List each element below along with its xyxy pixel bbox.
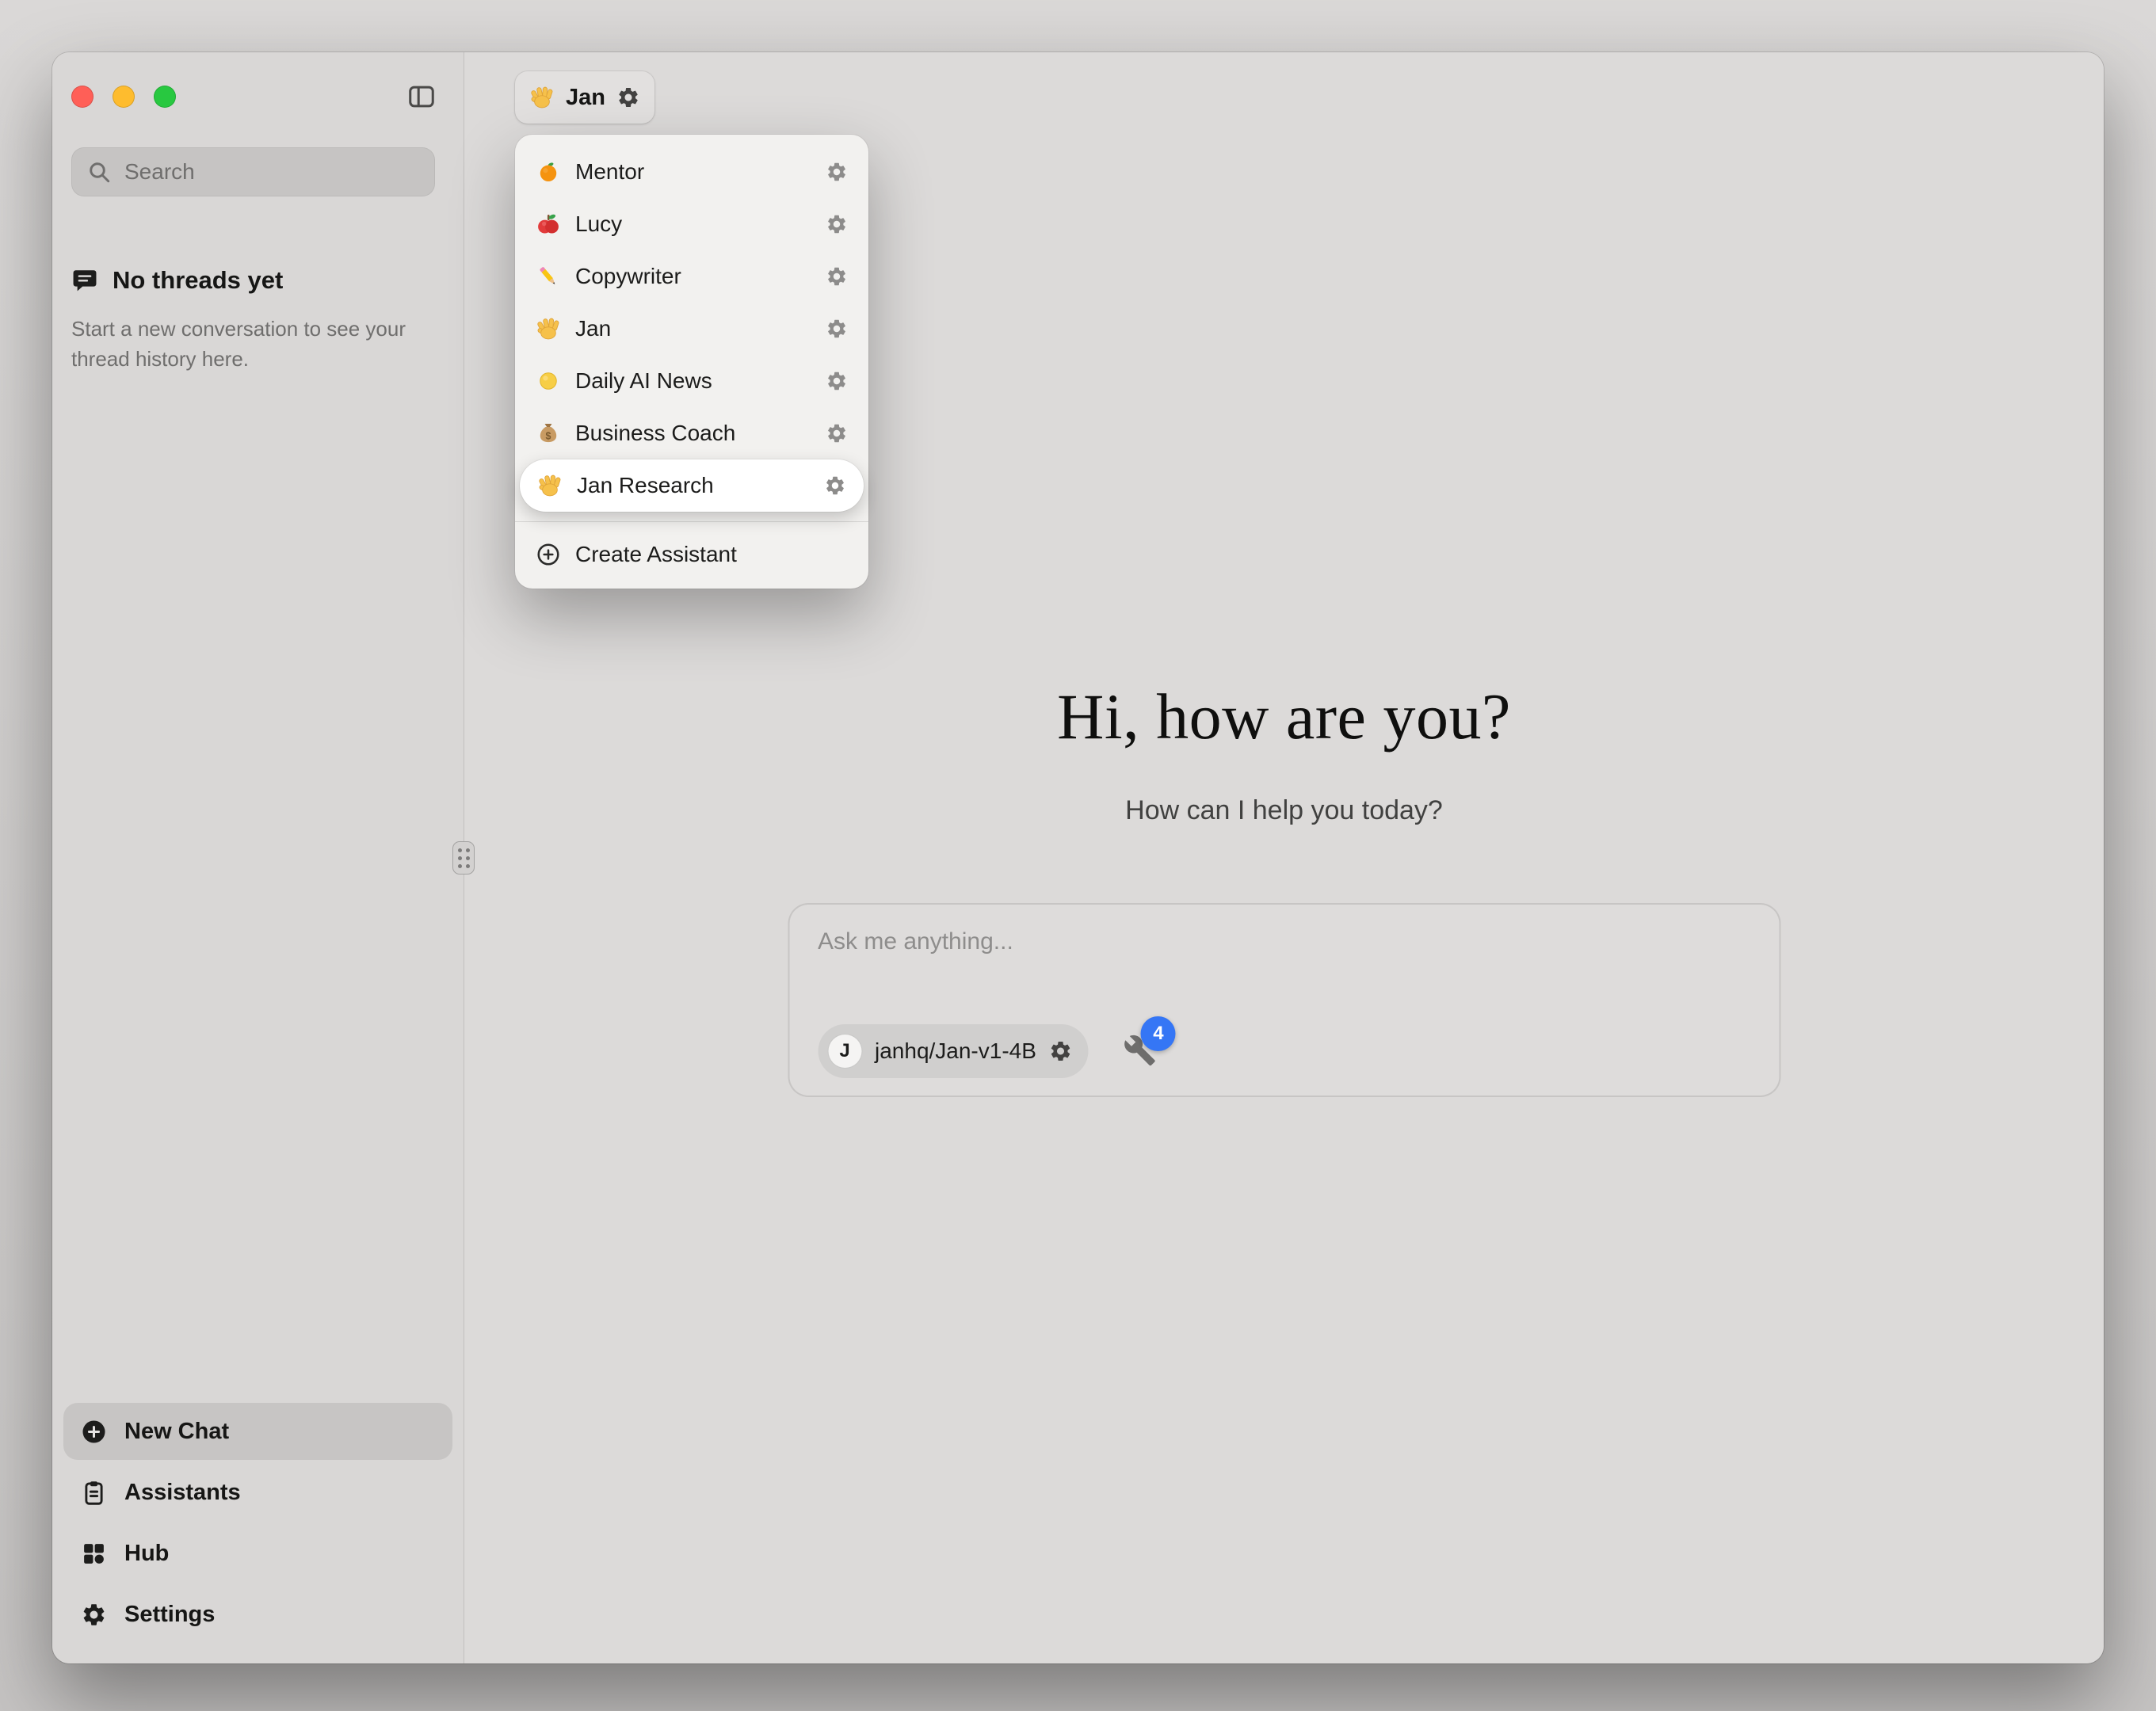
- chat-input-card: J janhq/Jan-v1-4B 4: [788, 903, 1780, 1097]
- menu-divider: [515, 521, 868, 522]
- yellow-circle-icon: [536, 368, 561, 394]
- assistant-menu-item-jan-research[interactable]: Jan Research: [520, 459, 864, 512]
- sidebar-item-label: Assistants: [124, 1480, 241, 1506]
- grid-icon: [81, 1541, 107, 1567]
- plus-circle-icon: [81, 1419, 107, 1445]
- sidebar-item-label: Settings: [124, 1602, 215, 1628]
- empty-state-subtitle: Start a new conversation to see your thr…: [71, 314, 420, 375]
- sidebar-item-settings[interactable]: Settings: [63, 1586, 452, 1643]
- gear-icon: [81, 1602, 107, 1628]
- assistant-dropdown-menu: Mentor Lucy Copywriter Jan Daily AI: [515, 135, 868, 589]
- assistant-selector-label: Jan: [566, 85, 605, 111]
- assistant-menu-item-mentor[interactable]: Mentor: [525, 146, 859, 198]
- tools-count-badge: 4: [1141, 1016, 1176, 1051]
- sidebar-item-label: New Chat: [124, 1419, 229, 1445]
- sidebar-nav: New Chat Assistants Hub Settings: [52, 1403, 464, 1663]
- model-name: janhq/Jan-v1-4B: [875, 1038, 1036, 1064]
- sidebar-item-label: Hub: [124, 1541, 169, 1567]
- gear-icon[interactable]: [824, 474, 846, 497]
- search-icon: [86, 159, 112, 185]
- greeting-title: Hi, how are you?: [464, 680, 2104, 754]
- model-selector-button[interactable]: J janhq/Jan-v1-4B: [818, 1024, 1089, 1078]
- pencil-icon: [536, 264, 561, 289]
- assistant-menu-item-business-coach[interactable]: Business Coach: [525, 407, 859, 459]
- wave-icon: [537, 473, 563, 498]
- money-bag-icon: [536, 421, 561, 446]
- assistant-menu-item-jan[interactable]: Jan: [525, 303, 859, 355]
- assistant-menu-item-label: Jan Research: [577, 473, 810, 498]
- plus-circle-icon: [536, 542, 561, 567]
- apple-icon: [536, 211, 561, 237]
- assistant-menu-item-label: Copywriter: [575, 264, 811, 289]
- assistant-menu-item-daily-ai-news[interactable]: Daily AI News: [525, 355, 859, 407]
- app-window: No threads yet Start a new conversation …: [52, 52, 2104, 1663]
- assistant-menu-item-label: Mentor: [575, 159, 811, 185]
- gear-icon[interactable]: [826, 318, 848, 340]
- chat-controls: J janhq/Jan-v1-4B 4: [818, 1024, 1755, 1078]
- chat-input[interactable]: [818, 928, 1755, 955]
- assistant-menu-item-label: Jan: [575, 316, 811, 341]
- model-avatar: J: [827, 1034, 862, 1069]
- sidebar-item-assistants[interactable]: Assistants: [63, 1464, 452, 1521]
- tools-button[interactable]: 4: [1124, 1034, 1158, 1069]
- gear-icon[interactable]: [1049, 1039, 1073, 1063]
- wave-icon: [529, 85, 555, 110]
- orange-icon: [536, 159, 561, 185]
- assistant-menu-item-label: Daily AI News: [575, 368, 811, 394]
- gear-icon[interactable]: [826, 265, 848, 288]
- wave-icon: [536, 316, 561, 341]
- gear-icon[interactable]: [616, 86, 640, 109]
- sidebar-item-new-chat[interactable]: New Chat: [63, 1403, 452, 1460]
- gear-icon[interactable]: [826, 370, 848, 392]
- toggle-sidebar-icon[interactable]: [405, 80, 438, 113]
- assistant-selector-button[interactable]: Jan: [515, 71, 654, 124]
- traffic-lights: [71, 86, 176, 108]
- assistant-menu-item-label: Business Coach: [575, 421, 811, 446]
- zoom-window-button[interactable]: [154, 86, 176, 108]
- gear-icon[interactable]: [826, 161, 848, 183]
- empty-state-title: No threads yet: [113, 266, 283, 295]
- main-area: Jan Mentor Lucy Copywriter Ja: [464, 52, 2104, 1663]
- sidebar-item-hub[interactable]: Hub: [63, 1525, 452, 1582]
- search-input[interactable]: [71, 147, 435, 196]
- sidebar-resize-handle[interactable]: [452, 841, 475, 875]
- create-assistant-label: Create Assistant: [575, 542, 737, 567]
- clipboard-icon: [81, 1480, 107, 1506]
- gear-icon[interactable]: [826, 422, 848, 444]
- assistant-menu-item-lucy[interactable]: Lucy: [525, 198, 859, 250]
- chat-bubble-icon: [71, 267, 98, 294]
- minimize-window-button[interactable]: [113, 86, 135, 108]
- greeting-subtitle: How can I help you today?: [464, 795, 2104, 826]
- sidebar: No threads yet Start a new conversation …: [52, 52, 464, 1663]
- gear-icon[interactable]: [826, 213, 848, 235]
- sidebar-header: [52, 52, 464, 141]
- create-assistant-button[interactable]: Create Assistant: [525, 530, 859, 579]
- search-field[interactable]: [124, 159, 420, 185]
- greeting-block: Hi, how are you? How can I help you toda…: [464, 680, 2104, 826]
- threads-empty-state: No threads yet Start a new conversation …: [71, 266, 435, 375]
- assistant-menu-item-copywriter[interactable]: Copywriter: [525, 250, 859, 303]
- close-window-button[interactable]: [71, 86, 93, 108]
- assistant-menu-item-label: Lucy: [575, 211, 811, 237]
